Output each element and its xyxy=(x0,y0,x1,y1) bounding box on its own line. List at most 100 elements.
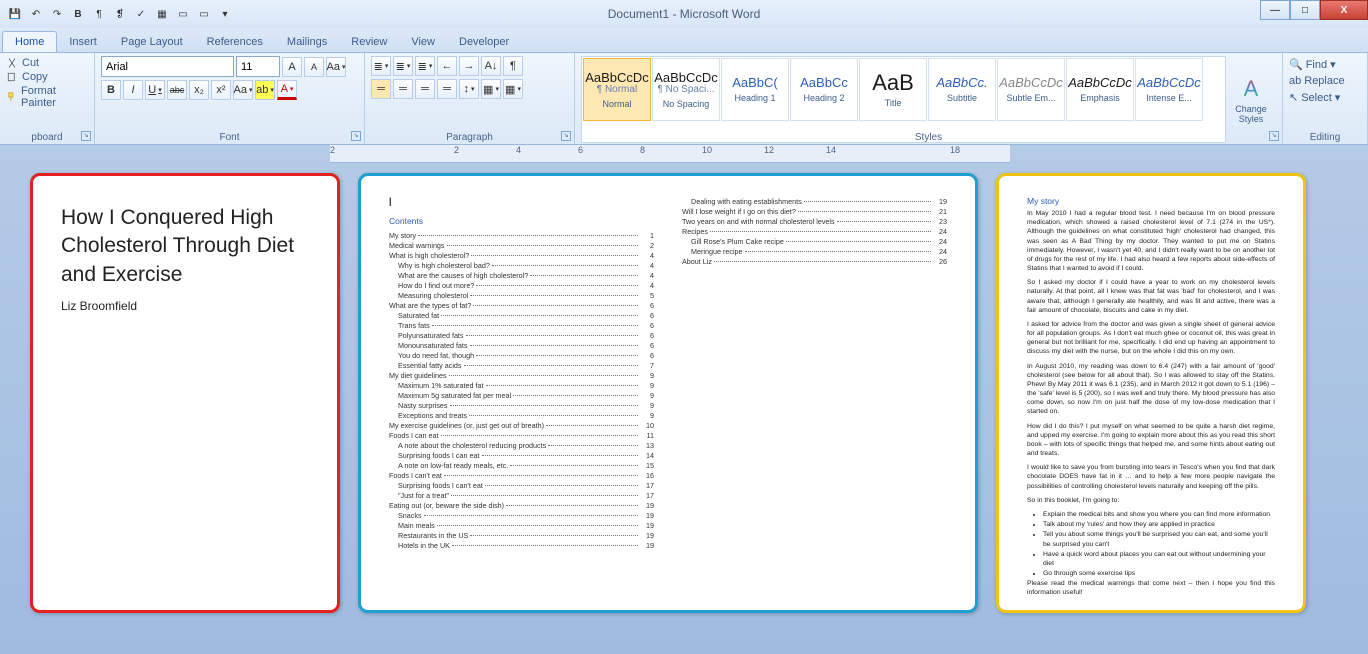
document-workspace[interactable]: 2246810121418 How I Conquered High Chole… xyxy=(0,145,1368,654)
align-right-button[interactable]: ═ xyxy=(415,79,435,99)
toc-entry[interactable]: Recipes24 xyxy=(682,227,947,236)
increase-indent-button[interactable]: → xyxy=(459,56,479,76)
toc-entry[interactable]: Polyunsaturated fats6 xyxy=(398,331,654,340)
para-mark-icon[interactable]: ¶ xyxy=(90,5,108,23)
bold-button[interactable]: B xyxy=(101,80,121,100)
toc-entry[interactable]: Hotels in the UK19 xyxy=(398,541,654,550)
toc-entry[interactable]: What are the causes of high cholesterol?… xyxy=(398,271,654,280)
toc-entry[interactable]: My exercise guidelines (or, just get out… xyxy=(389,421,654,430)
multilevel-button[interactable]: ≣ xyxy=(415,56,435,76)
toc-entry[interactable]: Foods I can't eat16 xyxy=(389,471,654,480)
copy-button[interactable]: Copy xyxy=(6,71,88,83)
align-center-button[interactable]: ═ xyxy=(393,79,413,99)
toc-entry[interactable]: Two years on and with normal cholesterol… xyxy=(682,217,947,226)
bullets-button[interactable]: ≣ xyxy=(371,56,391,76)
decrease-indent-button[interactable]: ← xyxy=(437,56,457,76)
grow-font-button[interactable]: A xyxy=(282,57,302,77)
font-dialog-icon[interactable]: ↘ xyxy=(351,131,361,141)
toc-entry[interactable]: You do need fat, though6 xyxy=(398,351,654,360)
toc-entry[interactable]: Exceptions and treats9 xyxy=(398,411,654,420)
toc-entry[interactable]: Surprising foods I can't eat17 xyxy=(398,481,654,490)
strike-button[interactable]: abc xyxy=(167,80,187,100)
toc-entry[interactable]: What are the types of fat?6 xyxy=(389,301,654,310)
toc-entry[interactable]: Will I lose weight if I go on this diet?… xyxy=(682,207,947,216)
toc-entry[interactable]: Monounsaturated fats6 xyxy=(398,341,654,350)
toc-entry[interactable]: What is high cholesterol?4 xyxy=(389,251,654,260)
cut-button[interactable]: Cut xyxy=(6,57,88,69)
undo-icon[interactable]: ↶ xyxy=(27,5,45,23)
change-styles-button[interactable]: A Change Styles xyxy=(1226,56,1276,143)
toc-entry[interactable]: Why is high cholesterol bad?4 xyxy=(398,261,654,270)
toc-entry[interactable]: About Liz26 xyxy=(682,257,947,266)
shading-button[interactable]: ▦ xyxy=(481,79,501,99)
tab-page-layout[interactable]: Page Layout xyxy=(109,32,195,52)
style-subtitle[interactable]: AaBbCc.Subtitle xyxy=(928,58,996,121)
tab-review[interactable]: Review xyxy=(339,32,399,52)
minimize-button[interactable]: — xyxy=(1260,0,1290,20)
align-left-button[interactable]: ═ xyxy=(371,79,391,99)
font-size-input[interactable] xyxy=(236,56,280,77)
toc-entry[interactable]: Essential fatty acids7 xyxy=(398,361,654,370)
shrink-font-button[interactable]: A xyxy=(304,57,324,77)
font-color-button[interactable]: A xyxy=(277,80,297,100)
bold-icon[interactable]: B xyxy=(69,5,87,23)
page-2-3-toc[interactable]: | Contents My story1Medical warnings2Wha… xyxy=(358,173,978,613)
mode1-icon[interactable]: ▭ xyxy=(174,5,192,23)
toc-entry[interactable]: Restaurants in the US19 xyxy=(398,531,654,540)
style-emphasis[interactable]: AaBbCcDcEmphasis xyxy=(1066,58,1134,121)
page-1-title[interactable]: How I Conquered High Cholesterol Through… xyxy=(30,173,340,613)
style-heading-1[interactable]: AaBbC(Heading 1 xyxy=(721,58,789,121)
highlight-button[interactable]: ab xyxy=(255,80,275,100)
tab-mailings[interactable]: Mailings xyxy=(275,32,339,52)
paragraph-dialog-icon[interactable]: ↘ xyxy=(561,131,571,141)
save-icon[interactable]: 💾 xyxy=(6,5,24,23)
toc-entry[interactable]: My story1 xyxy=(389,231,654,240)
page-4-body[interactable]: My story In May 2010 I had a regular blo… xyxy=(996,173,1306,613)
subscript-button[interactable]: x₂ xyxy=(189,80,209,100)
maximize-button[interactable]: □ xyxy=(1290,0,1320,20)
format-painter-button[interactable]: Format Painter xyxy=(6,85,88,109)
toc-entry[interactable]: Foods I can eat11 xyxy=(389,431,654,440)
clipboard-dialog-icon[interactable]: ↘ xyxy=(81,131,91,141)
tab-insert[interactable]: Insert xyxy=(57,32,109,52)
style-heading-2[interactable]: AaBbCcHeading 2 xyxy=(790,58,858,121)
find-button[interactable]: 🔍Find ▾ xyxy=(1289,58,1361,71)
toc-entry[interactable]: Maximum 5g saturated fat per meal9 xyxy=(398,391,654,400)
toc-entry[interactable]: Measuring cholesterol5 xyxy=(398,291,654,300)
toc-entry[interactable]: Surprising foods I can eat14 xyxy=(398,451,654,460)
mode2-icon[interactable]: ▭ xyxy=(195,5,213,23)
style-no-spacing[interactable]: AaBbCcDc¶ No Spaci...No Spacing xyxy=(652,58,720,121)
tab-view[interactable]: View xyxy=(399,32,447,52)
toc-entry[interactable]: A note on low-fat ready meals, etc.15 xyxy=(398,461,654,470)
toc-entry[interactable]: A note about the cholesterol reducing pr… xyxy=(398,441,654,450)
table-icon[interactable]: ▦ xyxy=(153,5,171,23)
numbering-button[interactable]: ≣ xyxy=(393,56,413,76)
underline-button[interactable]: U xyxy=(145,80,165,100)
italic-button[interactable]: I xyxy=(123,80,143,100)
tab-home[interactable]: Home xyxy=(2,31,57,52)
styles-dialog-icon[interactable]: ↘ xyxy=(1269,131,1279,141)
toc-entry[interactable]: My diet guidelines9 xyxy=(389,371,654,380)
qat-more-icon[interactable]: ▾ xyxy=(216,5,234,23)
toc-entry[interactable]: Maximum 1% saturated fat9 xyxy=(398,381,654,390)
toc-entry[interactable]: Medical warnings2 xyxy=(389,241,654,250)
toc-entry[interactable]: Eating out (or, beware the side dish)19 xyxy=(389,501,654,510)
line-spacing-button[interactable]: ↕ xyxy=(459,79,479,99)
select-button[interactable]: ↖Select ▾ xyxy=(1289,91,1361,104)
font-name-input[interactable] xyxy=(101,56,234,77)
tab-developer[interactable]: Developer xyxy=(447,32,521,52)
toc-entry[interactable]: Main meals19 xyxy=(398,521,654,530)
styles-gallery[interactable]: AaBbCcDc¶ NormalNormalAaBbCcDc¶ No Spaci… xyxy=(581,56,1226,143)
style-normal[interactable]: AaBbCcDc¶ NormalNormal xyxy=(583,58,651,121)
clear-formatting-button[interactable]: Aa xyxy=(326,57,346,77)
toc-entry[interactable]: Snacks19 xyxy=(398,511,654,520)
spell-icon[interactable]: ✓ xyxy=(132,5,150,23)
sort-button[interactable]: A↓ xyxy=(481,56,501,76)
para-mark2-icon[interactable]: ❡ xyxy=(111,5,129,23)
toc-entry[interactable]: Saturated fat6 xyxy=(398,311,654,320)
style-subtle-em-[interactable]: AaBbCcDcSubtle Em... xyxy=(997,58,1065,121)
style-title[interactable]: AaBTitle xyxy=(859,58,927,121)
show-marks-button[interactable]: ¶ xyxy=(503,56,523,76)
redo-icon[interactable]: ↷ xyxy=(48,5,66,23)
toc-entry[interactable]: Meringue recipe24 xyxy=(691,247,947,256)
